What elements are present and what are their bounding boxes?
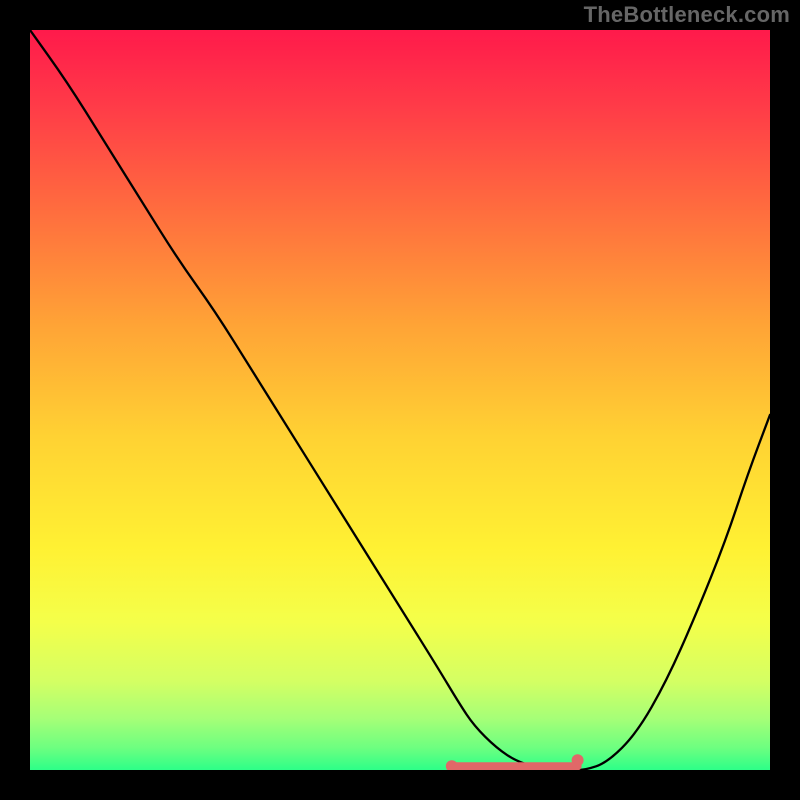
flat-region-dot-right — [572, 754, 584, 766]
chart-frame: TheBottleneck.com — [0, 0, 800, 800]
watermark-text: TheBottleneck.com — [584, 2, 790, 28]
bottleneck-curve — [30, 30, 770, 770]
curve-layer — [30, 30, 770, 770]
plot-area — [30, 30, 770, 770]
flat-region-dot-left — [446, 760, 458, 770]
